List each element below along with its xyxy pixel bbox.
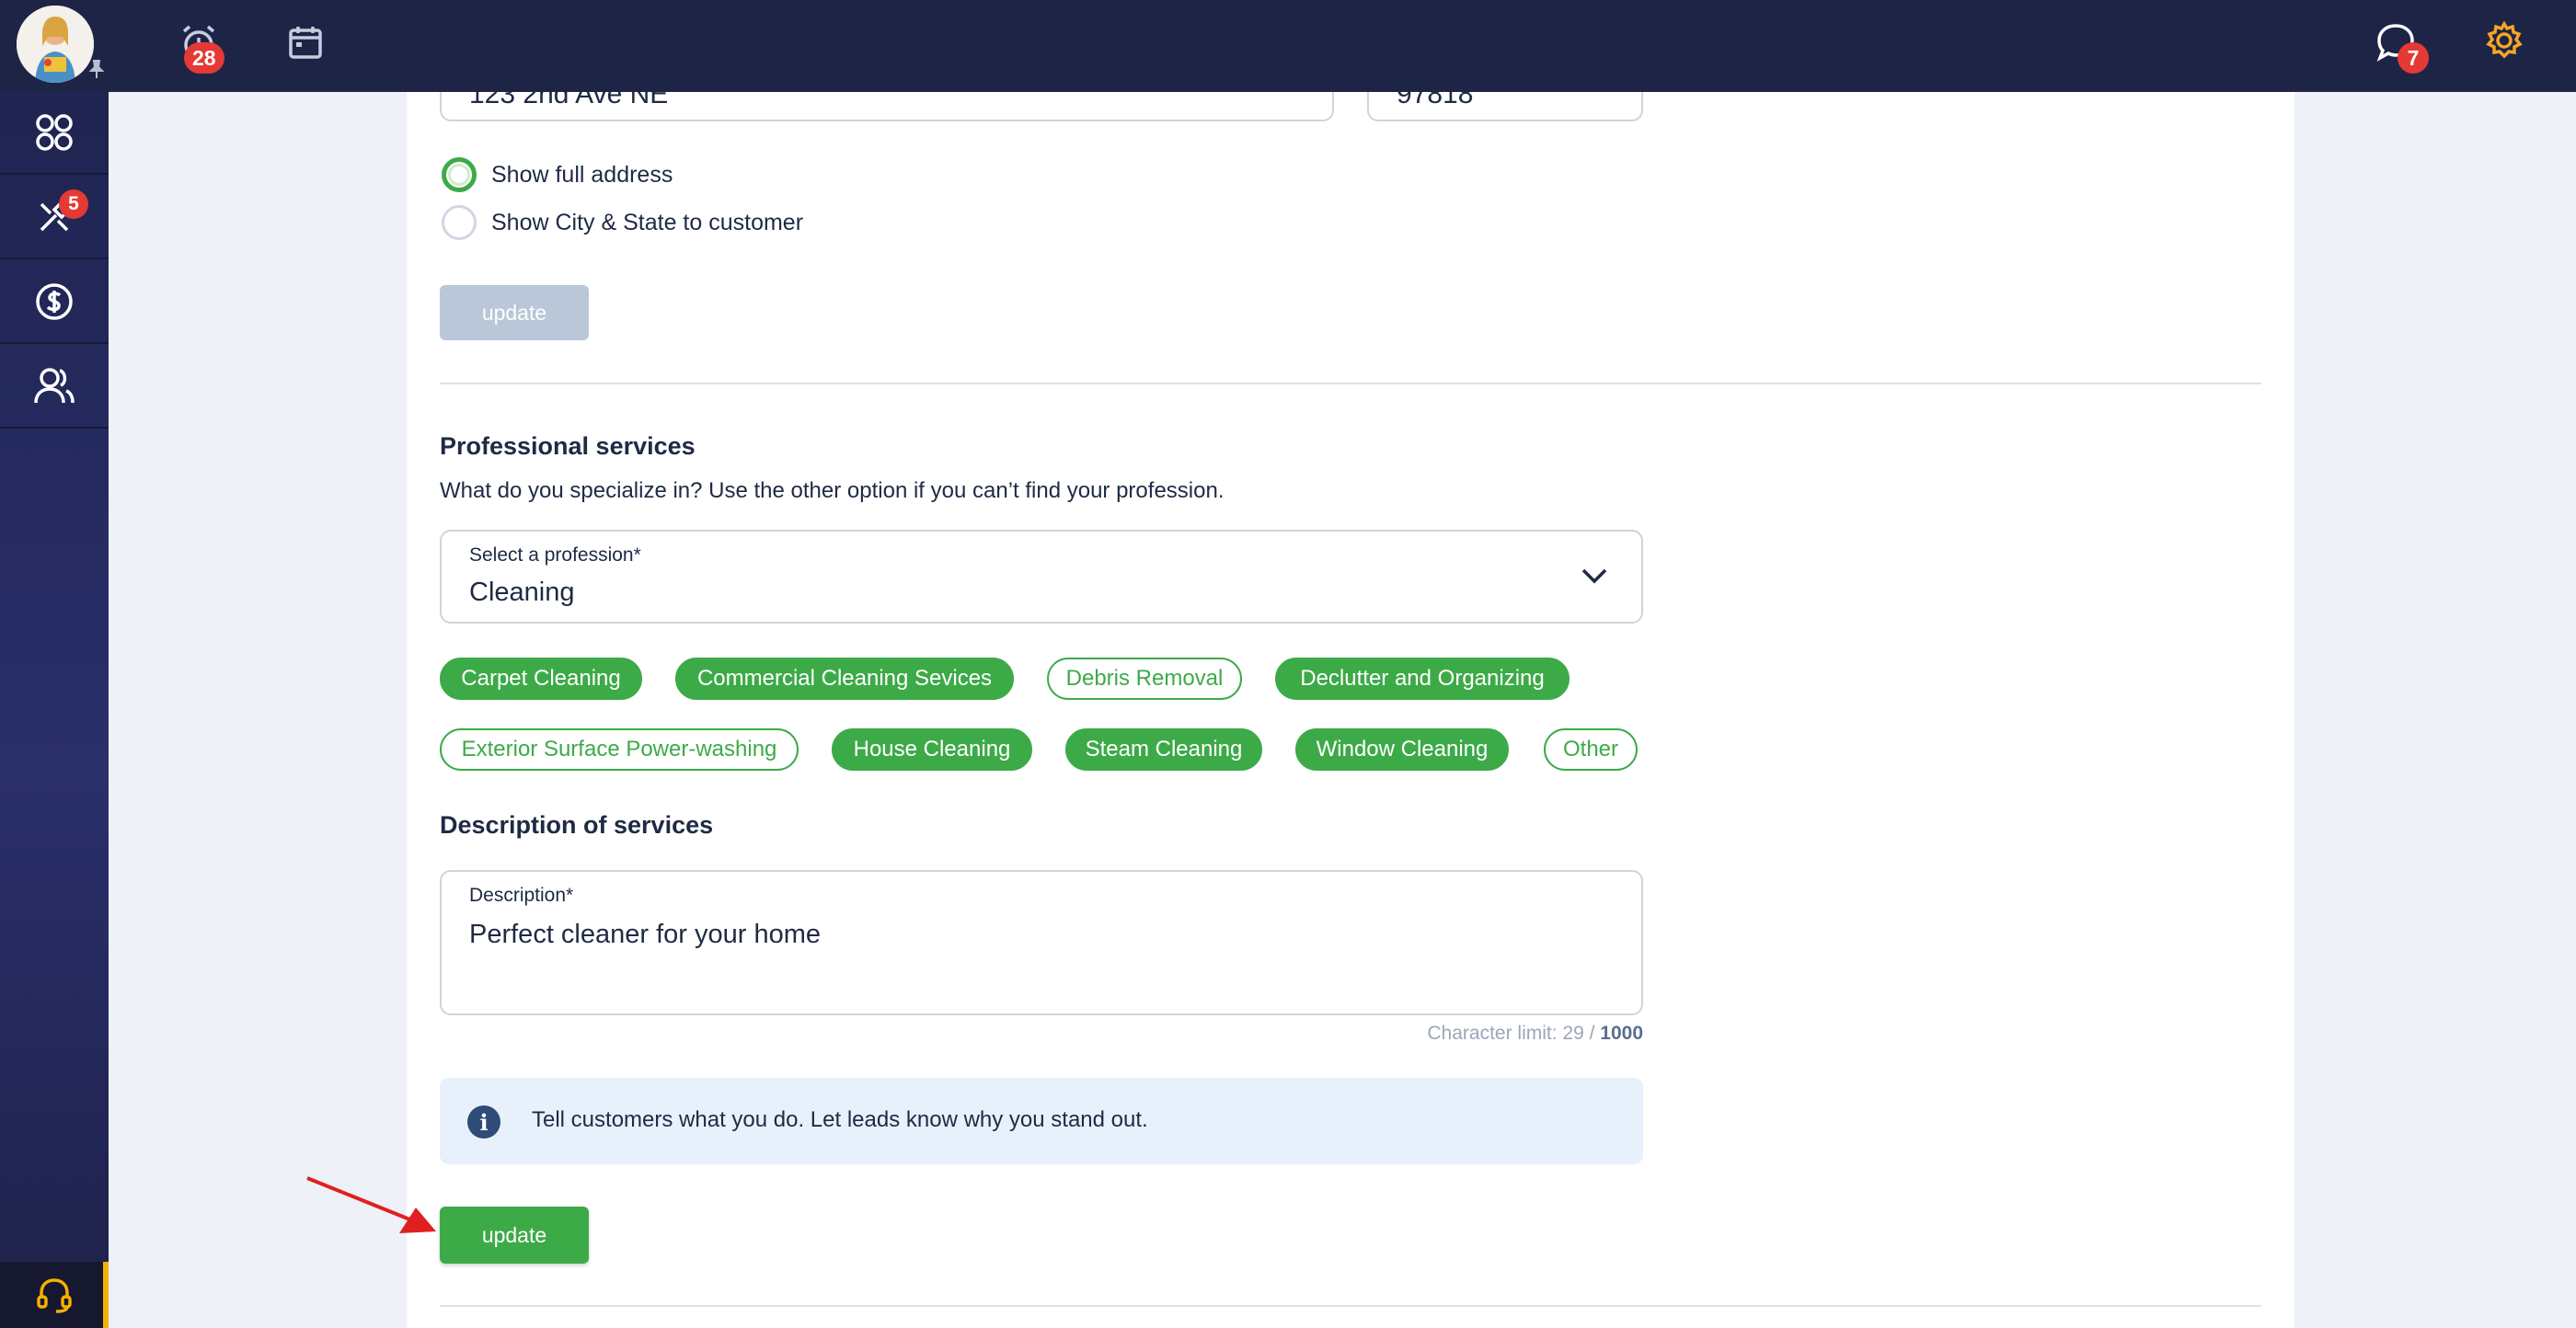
tools-badge: 5: [59, 189, 88, 219]
chip-other[interactable]: Other: [1544, 728, 1638, 771]
info-text: Tell customers what you do. Let leads kn…: [532, 1107, 1148, 1132]
description-label: Description*: [469, 885, 574, 906]
gear-icon[interactable]: [2480, 17, 2528, 64]
zip-code-value: 97818: [1397, 92, 1474, 109]
chevron-down-icon[interactable]: [1581, 565, 1608, 587]
description-title: Description of services: [440, 811, 714, 839]
radio-label: Show City & State to customer: [491, 209, 804, 235]
annotation-arrow-icon: [306, 1176, 436, 1233]
bottom-divider: [440, 1305, 2261, 1307]
description-textarea[interactable]: Description* Perfect cleaner for your ho…: [440, 870, 1643, 1015]
description-value: Perfect cleaner for your home: [469, 920, 822, 949]
avatar[interactable]: [17, 6, 94, 83]
chip-debris-removal[interactable]: Debris Removal: [1047, 658, 1242, 700]
support-accent: [103, 1262, 109, 1328]
profession-select-label: Select a profession*: [469, 544, 641, 566]
top-bar: 28 7: [0, 0, 2576, 92]
description-update-button[interactable]: update: [440, 1207, 589, 1264]
support-button[interactable]: [0, 1262, 109, 1328]
dollar-icon: [36, 283, 73, 320]
professional-services-subtitle: What do you specialize in? Use the other…: [440, 478, 1225, 503]
calendar-icon[interactable]: [282, 18, 329, 66]
profession-select-value: Cleaning: [469, 578, 575, 607]
info-icon: i: [467, 1105, 500, 1139]
radio-selected-icon[interactable]: [442, 157, 477, 192]
character-limit-max: 1000: [1600, 1023, 1643, 1044]
chip-window-cleaning[interactable]: Window Cleaning: [1295, 728, 1509, 771]
sidebar-item-payments[interactable]: [0, 261, 109, 344]
chip-house-cleaning[interactable]: House Cleaning: [832, 728, 1032, 771]
chip-commercial-cleaning[interactable]: Commercial Cleaning Sevices: [675, 658, 1014, 700]
professional-services-title: Professional services: [440, 432, 696, 460]
section-divider: [440, 383, 2261, 384]
chip-carpet-cleaning[interactable]: Carpet Cleaning: [440, 658, 642, 700]
headset-icon: [37, 1278, 72, 1313]
messages-badge: 7: [2398, 42, 2429, 74]
radio-label: Show full address: [491, 161, 673, 188]
info-banner: i Tell customers what you do. Let leads …: [440, 1078, 1643, 1164]
sidebar-item-customers[interactable]: [0, 346, 109, 429]
street-address-field[interactable]: 123 2nd Ave NE: [440, 92, 1334, 121]
zip-code-field[interactable]: 97818: [1367, 92, 1643, 121]
chip-exterior-power-washing[interactable]: Exterior Surface Power-washing: [440, 728, 799, 771]
radio-show-city-state[interactable]: Show City & State to customer: [442, 205, 803, 240]
chip-steam-cleaning[interactable]: Steam Cleaning: [1065, 728, 1262, 771]
character-limit: Character limit: 29 / 1000: [1427, 1023, 1643, 1045]
radio-show-full-address[interactable]: Show full address: [442, 157, 673, 192]
alarm-badge: 28: [184, 42, 224, 74]
street-address-value: 123 2nd Ave NE: [469, 92, 669, 109]
character-limit-count: Character limit: 29 /: [1427, 1023, 1601, 1044]
users-icon: [34, 368, 75, 404]
address-update-button[interactable]: update: [440, 285, 589, 340]
sidebar: 5: [0, 92, 109, 1328]
sidebar-item-dashboard[interactable]: [0, 92, 109, 175]
profession-select[interactable]: Select a profession* Cleaning: [440, 530, 1643, 624]
pin-icon[interactable]: [86, 59, 107, 79]
sidebar-item-jobs[interactable]: 5: [0, 177, 109, 259]
chip-declutter-organizing[interactable]: Declutter and Organizing: [1275, 658, 1570, 700]
radio-unselected-icon[interactable]: [442, 205, 477, 240]
dashboard-icon: [36, 114, 73, 151]
